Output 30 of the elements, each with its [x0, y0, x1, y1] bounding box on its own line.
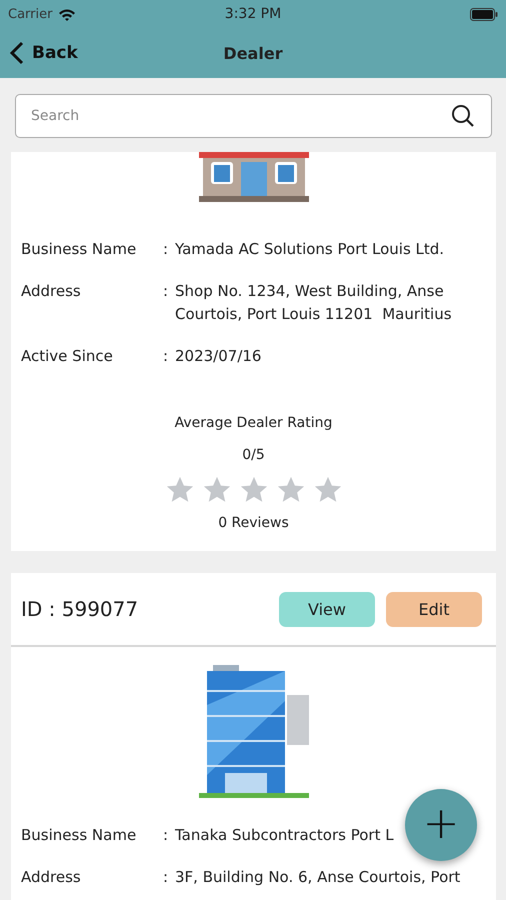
status-time: 3:32 PM: [224, 6, 282, 22]
field-value: Yamada AC Solutions Port Louis Ltd.: [175, 239, 446, 260]
field-label: Business Name: [21, 825, 138, 846]
colon-separator: :: [163, 825, 170, 846]
field-value: 2023/07/16: [175, 346, 262, 367]
search-field[interactable]: Search: [15, 94, 492, 138]
rating-title: Average Dealer Rating: [174, 415, 332, 431]
battery-icon: [470, 8, 498, 20]
colon-separator: :: [163, 239, 170, 260]
edit-button[interactable]: Edit: [386, 592, 482, 626]
colon-separator: :: [163, 281, 170, 302]
review-count: 0 Reviews: [218, 515, 289, 531]
field-value: Shop No. 1234, West Building, Anse Courtois, Port Louis 11201 Mauritius: [175, 281, 453, 325]
back-chevron-icon: [10, 41, 24, 65]
field-label: Address: [21, 281, 82, 302]
field-label: Business Name: [21, 239, 138, 260]
back-button[interactable]: Back: [10, 41, 78, 65]
colon-separator: :: [163, 867, 170, 888]
dealer-id: ID : 599077: [21, 597, 138, 621]
colon-separator: :: [163, 346, 170, 367]
search-icon: [451, 104, 475, 128]
view-button[interactable]: View: [279, 592, 375, 626]
carrier-label: Carrier: [8, 6, 52, 22]
rating-score: 0/5: [242, 447, 265, 463]
field-label: Address: [21, 867, 82, 888]
wifi-icon: [58, 8, 76, 20]
field-value: Tanaka Subcontractors Port L: [175, 825, 395, 846]
field-label: Active Since: [21, 346, 114, 367]
field-value: 3F, Building No. 6, Anse Courtois, Port: [175, 867, 462, 888]
screen-title: Dealer: [222, 44, 284, 62]
